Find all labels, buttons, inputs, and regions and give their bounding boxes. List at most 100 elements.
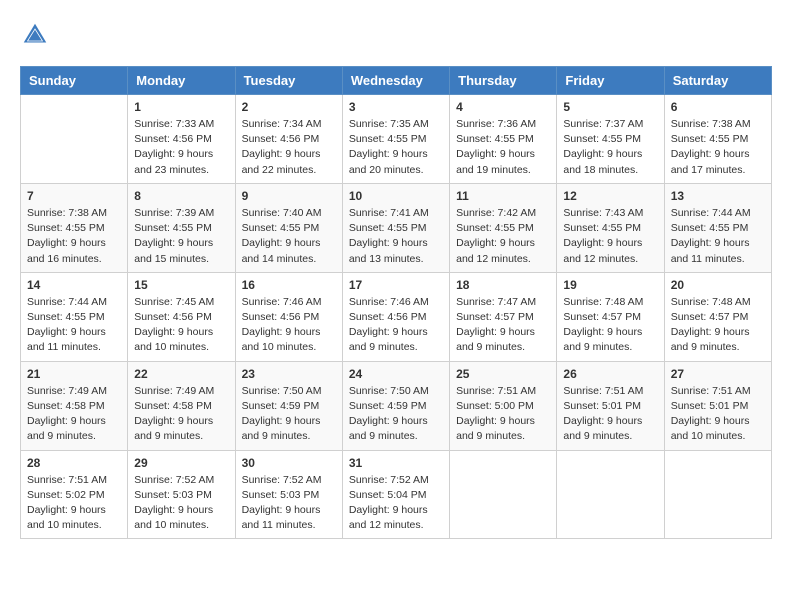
day-info: Sunrise: 7:42 AM Sunset: 4:55 PM Dayligh… — [456, 206, 550, 267]
day-number: 26 — [563, 367, 657, 381]
calendar-cell: 4 Sunrise: 7:36 AM Sunset: 4:55 PM Daylig… — [450, 95, 557, 184]
day-number: 13 — [671, 189, 765, 203]
calendar-cell — [557, 450, 664, 539]
calendar: SundayMondayTuesdayWednesdayThursdayFrid… — [20, 66, 772, 539]
calendar-cell: 3 Sunrise: 7:35 AM Sunset: 4:55 PM Daylig… — [342, 95, 449, 184]
day-number: 5 — [563, 100, 657, 114]
calendar-cell: 13 Sunrise: 7:44 AM Sunset: 4:55 PM Dayli… — [664, 183, 771, 272]
calendar-cell — [450, 450, 557, 539]
day-number: 9 — [242, 189, 336, 203]
day-number: 12 — [563, 189, 657, 203]
logo-icon — [20, 20, 50, 50]
day-info: Sunrise: 7:35 AM Sunset: 4:55 PM Dayligh… — [349, 117, 443, 178]
day-number: 16 — [242, 278, 336, 292]
day-number: 29 — [134, 456, 228, 470]
day-info: Sunrise: 7:51 AM Sunset: 5:00 PM Dayligh… — [456, 384, 550, 445]
calendar-cell: 15 Sunrise: 7:45 AM Sunset: 4:56 PM Dayli… — [128, 272, 235, 361]
day-number: 17 — [349, 278, 443, 292]
day-info: Sunrise: 7:45 AM Sunset: 4:56 PM Dayligh… — [134, 295, 228, 356]
column-header-wednesday: Wednesday — [342, 67, 449, 95]
day-info: Sunrise: 7:48 AM Sunset: 4:57 PM Dayligh… — [563, 295, 657, 356]
column-header-thursday: Thursday — [450, 67, 557, 95]
day-info: Sunrise: 7:51 AM Sunset: 5:02 PM Dayligh… — [27, 473, 121, 534]
day-number: 10 — [349, 189, 443, 203]
day-info: Sunrise: 7:41 AM Sunset: 4:55 PM Dayligh… — [349, 206, 443, 267]
day-number: 7 — [27, 189, 121, 203]
calendar-cell: 12 Sunrise: 7:43 AM Sunset: 4:55 PM Dayli… — [557, 183, 664, 272]
day-info: Sunrise: 7:33 AM Sunset: 4:56 PM Dayligh… — [134, 117, 228, 178]
column-header-saturday: Saturday — [664, 67, 771, 95]
day-number: 30 — [242, 456, 336, 470]
calendar-header-row: SundayMondayTuesdayWednesdayThursdayFrid… — [21, 67, 772, 95]
day-info: Sunrise: 7:52 AM Sunset: 5:03 PM Dayligh… — [242, 473, 336, 534]
calendar-cell: 9 Sunrise: 7:40 AM Sunset: 4:55 PM Daylig… — [235, 183, 342, 272]
day-info: Sunrise: 7:39 AM Sunset: 4:55 PM Dayligh… — [134, 206, 228, 267]
day-number: 14 — [27, 278, 121, 292]
day-info: Sunrise: 7:38 AM Sunset: 4:55 PM Dayligh… — [27, 206, 121, 267]
day-info: Sunrise: 7:38 AM Sunset: 4:55 PM Dayligh… — [671, 117, 765, 178]
day-info: Sunrise: 7:51 AM Sunset: 5:01 PM Dayligh… — [563, 384, 657, 445]
day-info: Sunrise: 7:48 AM Sunset: 4:57 PM Dayligh… — [671, 295, 765, 356]
day-number: 27 — [671, 367, 765, 381]
day-info: Sunrise: 7:37 AM Sunset: 4:55 PM Dayligh… — [563, 117, 657, 178]
column-header-tuesday: Tuesday — [235, 67, 342, 95]
calendar-cell: 22Sunrise: 7:49 AM Sunset: 4:58 PM Dayli… — [128, 361, 235, 450]
calendar-cell: 23 Sunrise: 7:50 AM Sunset: 4:59 PM Dayli… — [235, 361, 342, 450]
day-info: Sunrise: 7:44 AM Sunset: 4:55 PM Dayligh… — [27, 295, 121, 356]
calendar-cell: 10 Sunrise: 7:41 AM Sunset: 4:55 PM Dayli… — [342, 183, 449, 272]
week-row-1: 1 Sunrise: 7:33 AM Sunset: 4:56 PM Daylig… — [21, 95, 772, 184]
day-info: Sunrise: 7:50 AM Sunset: 4:59 PM Dayligh… — [242, 384, 336, 445]
day-info: Sunrise: 7:43 AM Sunset: 4:55 PM Dayligh… — [563, 206, 657, 267]
calendar-cell — [21, 95, 128, 184]
day-info: Sunrise: 7:46 AM Sunset: 4:56 PM Dayligh… — [242, 295, 336, 356]
calendar-cell: 19 Sunrise: 7:48 AM Sunset: 4:57 PM Dayli… — [557, 272, 664, 361]
day-number: 4 — [456, 100, 550, 114]
day-info: Sunrise: 7:50 AM Sunset: 4:59 PM Dayligh… — [349, 384, 443, 445]
day-number: 1 — [134, 100, 228, 114]
calendar-cell: 28 Sunrise: 7:51 AM Sunset: 5:02 PM Dayli… — [21, 450, 128, 539]
calendar-cell: 29 Sunrise: 7:52 AM Sunset: 5:03 PM Dayli… — [128, 450, 235, 539]
week-row-4: 21Sunrise: 7:49 AM Sunset: 4:58 PM Dayli… — [21, 361, 772, 450]
calendar-cell: 1 Sunrise: 7:33 AM Sunset: 4:56 PM Daylig… — [128, 95, 235, 184]
calendar-cell: 31Sunrise: 7:52 AM Sunset: 5:04 PM Dayli… — [342, 450, 449, 539]
day-number: 24 — [349, 367, 443, 381]
day-info: Sunrise: 7:46 AM Sunset: 4:56 PM Dayligh… — [349, 295, 443, 356]
day-number: 31 — [349, 456, 443, 470]
calendar-cell: 18Sunrise: 7:47 AM Sunset: 4:57 PM Dayli… — [450, 272, 557, 361]
day-number: 15 — [134, 278, 228, 292]
calendar-cell: 5 Sunrise: 7:37 AM Sunset: 4:55 PM Daylig… — [557, 95, 664, 184]
day-info: Sunrise: 7:44 AM Sunset: 4:55 PM Dayligh… — [671, 206, 765, 267]
day-number: 21 — [27, 367, 121, 381]
week-row-2: 7 Sunrise: 7:38 AM Sunset: 4:55 PM Daylig… — [21, 183, 772, 272]
calendar-cell: 30 Sunrise: 7:52 AM Sunset: 5:03 PM Dayli… — [235, 450, 342, 539]
day-info: Sunrise: 7:36 AM Sunset: 4:55 PM Dayligh… — [456, 117, 550, 178]
day-number: 3 — [349, 100, 443, 114]
column-header-sunday: Sunday — [21, 67, 128, 95]
calendar-cell: 24 Sunrise: 7:50 AM Sunset: 4:59 PM Dayli… — [342, 361, 449, 450]
column-header-friday: Friday — [557, 67, 664, 95]
day-number: 28 — [27, 456, 121, 470]
calendar-cell: 8 Sunrise: 7:39 AM Sunset: 4:55 PM Daylig… — [128, 183, 235, 272]
logo — [20, 20, 54, 50]
calendar-cell: 26 Sunrise: 7:51 AM Sunset: 5:01 PM Dayli… — [557, 361, 664, 450]
calendar-cell: 27 Sunrise: 7:51 AM Sunset: 5:01 PM Dayli… — [664, 361, 771, 450]
day-info: Sunrise: 7:40 AM Sunset: 4:55 PM Dayligh… — [242, 206, 336, 267]
week-row-5: 28 Sunrise: 7:51 AM Sunset: 5:02 PM Dayli… — [21, 450, 772, 539]
calendar-cell: 7 Sunrise: 7:38 AM Sunset: 4:55 PM Daylig… — [21, 183, 128, 272]
week-row-3: 14 Sunrise: 7:44 AM Sunset: 4:55 PM Dayli… — [21, 272, 772, 361]
day-info: Sunrise: 7:52 AM Sunset: 5:03 PM Dayligh… — [134, 473, 228, 534]
calendar-cell: 20 Sunrise: 7:48 AM Sunset: 4:57 PM Dayli… — [664, 272, 771, 361]
day-number: 20 — [671, 278, 765, 292]
calendar-cell: 11 Sunrise: 7:42 AM Sunset: 4:55 PM Dayli… — [450, 183, 557, 272]
day-number: 22 — [134, 367, 228, 381]
page-header — [20, 20, 772, 50]
day-number: 19 — [563, 278, 657, 292]
calendar-cell: 21Sunrise: 7:49 AM Sunset: 4:58 PM Dayli… — [21, 361, 128, 450]
calendar-cell: 17 Sunrise: 7:46 AM Sunset: 4:56 PM Dayli… — [342, 272, 449, 361]
day-info: Sunrise: 7:51 AM Sunset: 5:01 PM Dayligh… — [671, 384, 765, 445]
day-number: 23 — [242, 367, 336, 381]
day-number: 11 — [456, 189, 550, 203]
day-number: 8 — [134, 189, 228, 203]
day-number: 18 — [456, 278, 550, 292]
column-header-monday: Monday — [128, 67, 235, 95]
